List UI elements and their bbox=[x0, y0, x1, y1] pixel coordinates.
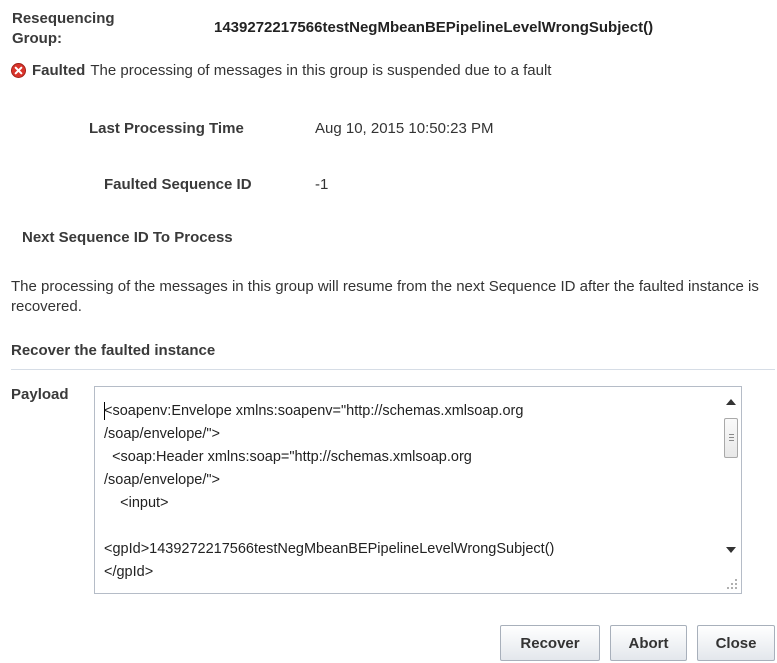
abort-button[interactable]: Abort bbox=[610, 625, 687, 661]
next-sequence-id-label: Next Sequence ID To Process bbox=[22, 229, 233, 246]
group-label-line1: Resequencing bbox=[12, 10, 115, 27]
recover-section-title: Recover the faulted instance bbox=[11, 342, 216, 359]
close-button[interactable]: Close bbox=[697, 625, 775, 661]
group-value: 1439272217566testNegMbeanBEPipelineLevel… bbox=[214, 19, 654, 36]
last-processing-time-value: Aug 10, 2015 10:50:23 PM bbox=[315, 120, 494, 137]
recover-button[interactable]: Recover bbox=[500, 625, 600, 661]
section-divider bbox=[11, 369, 775, 370]
status-message: The processing of messages in this group… bbox=[90, 62, 552, 79]
resume-message: The processing of the messages in this g… bbox=[11, 278, 759, 315]
status-row: Faulted The processing of messages in th… bbox=[11, 62, 551, 79]
payload-scrollbar[interactable] bbox=[723, 388, 740, 576]
payload-text[interactable]: <soapenv:Envelope xmlns:soapenv="http://… bbox=[104, 400, 704, 584]
payload-textarea[interactable]: <soapenv:Envelope xmlns:soapenv="http://… bbox=[94, 386, 742, 594]
faulted-sequence-id-value: -1 bbox=[315, 176, 329, 193]
payload-label: Payload bbox=[11, 386, 69, 403]
error-icon bbox=[11, 63, 26, 78]
scroll-down-arrow-icon[interactable] bbox=[726, 547, 736, 553]
last-processing-time-label: Last Processing Time bbox=[89, 120, 244, 137]
status-word: Faulted bbox=[32, 62, 86, 79]
resize-grip-icon[interactable] bbox=[726, 578, 738, 590]
scrollbar-thumb[interactable] bbox=[724, 418, 738, 458]
faulted-sequence-id-label: Faulted Sequence ID bbox=[104, 176, 252, 193]
group-label: Resequencing Group: bbox=[12, 9, 115, 49]
group-label-line2: Group: bbox=[12, 30, 62, 47]
scroll-up-arrow-icon[interactable] bbox=[726, 399, 736, 405]
